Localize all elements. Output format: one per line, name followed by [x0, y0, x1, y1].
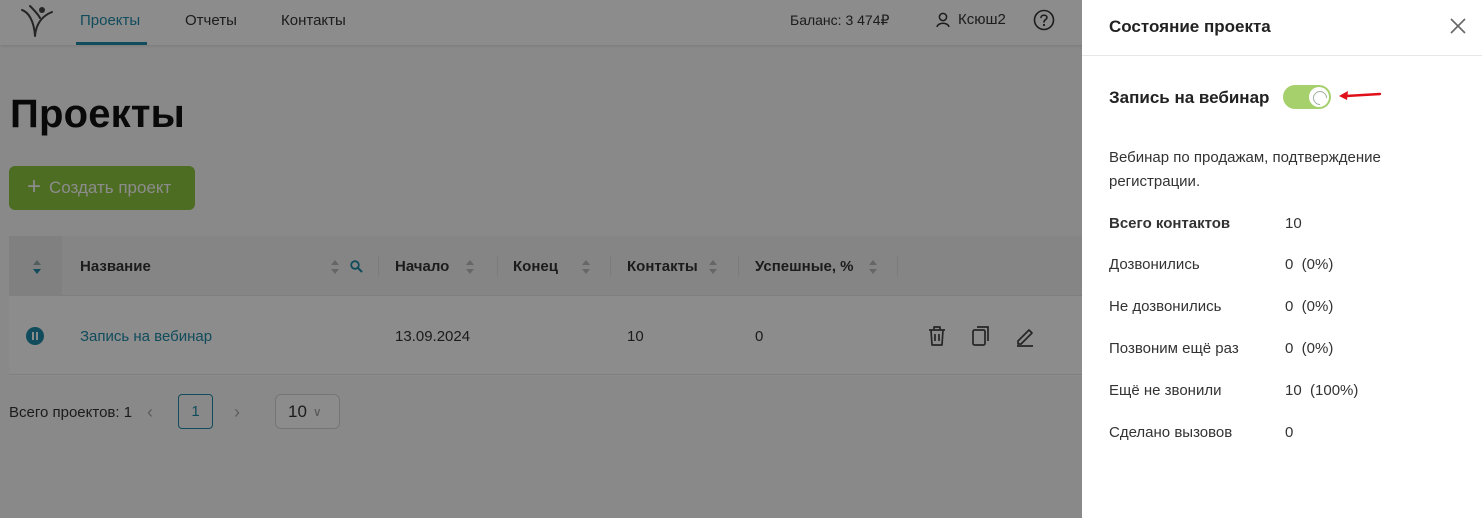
- stat-label-reached: Дозвонились: [1109, 256, 1200, 273]
- stat-label-not-reached: Не дозвонились: [1109, 298, 1222, 315]
- project-active-toggle[interactable]: [1283, 85, 1331, 109]
- stat-value-reached: 0 (0%): [1285, 256, 1334, 273]
- stat-label-call-again: Позвоним ещё раз: [1109, 340, 1239, 357]
- stat-value-not-reached: 0 (0%): [1285, 298, 1334, 315]
- stat-label-calls-made: Сделано вызовов: [1109, 424, 1233, 441]
- project-status-drawer: Состояние проекта Запись на вебинар Веби…: [1082, 0, 1482, 518]
- toggle-knob: [1309, 87, 1329, 107]
- stat-value-not-called: 10 (100%): [1285, 382, 1359, 399]
- drawer-title: Состояние проекта: [1109, 17, 1271, 36]
- stat-value-call-again: 0 (0%): [1285, 340, 1334, 357]
- stat-label-not-called: Ещё не звонили: [1109, 382, 1222, 399]
- stat-value-calls-made: 0: [1285, 424, 1294, 441]
- close-icon[interactable]: [1449, 17, 1467, 35]
- annotation-arrow-icon: [1339, 91, 1382, 100]
- drawer-description: Вебинар по продажам, подтверждение регис…: [1109, 149, 1381, 190]
- stat-value-total: 10: [1285, 215, 1302, 232]
- drawer-header: Состояние проекта: [1082, 0, 1482, 56]
- drawer-project-name: Запись на вебинар: [1109, 88, 1270, 107]
- stat-label-total: Всего контактов: [1109, 215, 1231, 232]
